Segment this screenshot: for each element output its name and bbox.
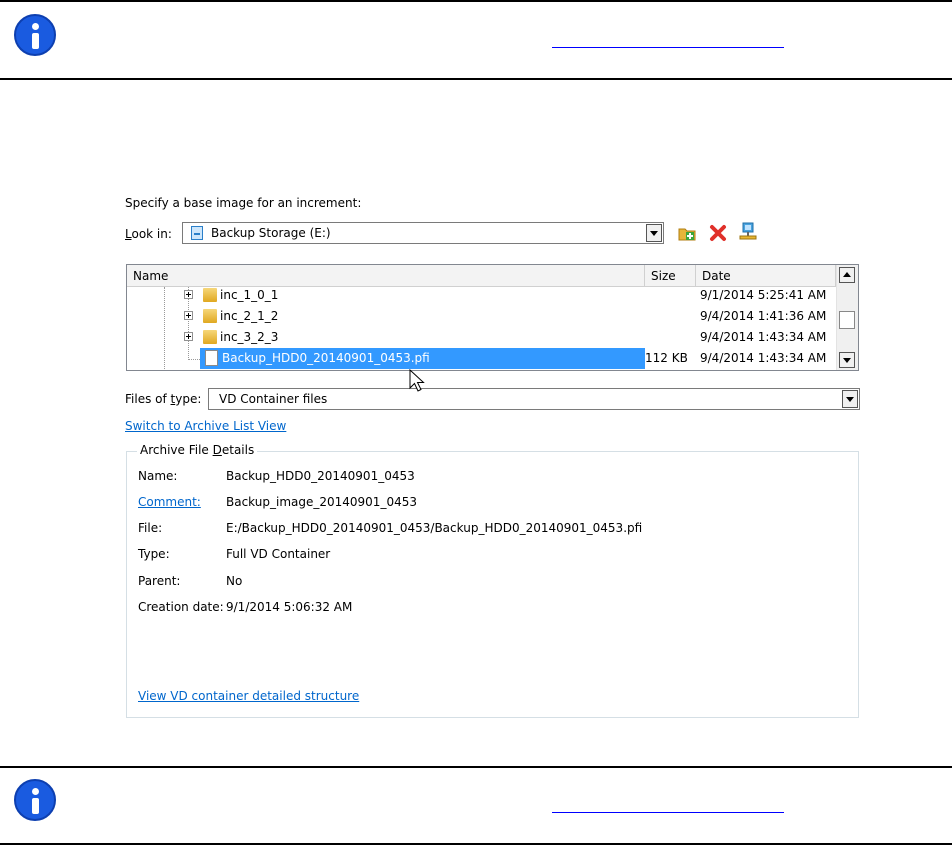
item-size: 112 KB <box>645 351 688 365</box>
info-link-underline[interactable] <box>552 812 784 813</box>
detail-value-name: Backup_HDD0_20140901_0453 <box>226 469 415 483</box>
detail-value-file: E:/Backup_HDD0_20140901_0453/Backup_HDD0… <box>226 521 643 535</box>
folder-icon <box>203 288 217 302</box>
list-item-selected[interactable]: Backup_HDD0_20140901_0453.pfi 112 KB 9/4… <box>127 348 835 369</box>
column-header-date[interactable]: Date <box>696 265 836 287</box>
expand-icon[interactable] <box>184 290 193 299</box>
list-item[interactable]: inc_2_1_2 9/4/2014 1:41:36 AM <box>127 306 835 327</box>
item-name: inc_3_2_3 <box>220 330 279 344</box>
item-date: 9/4/2014 1:43:34 AM <box>700 330 827 344</box>
chevron-down-icon[interactable] <box>646 224 662 242</box>
folder-icon <box>203 330 217 344</box>
vertical-scrollbar[interactable] <box>836 265 858 370</box>
look-in-value: Backup Storage (E:) <box>211 226 331 240</box>
drive-icon <box>191 226 203 240</box>
scroll-thumb[interactable] <box>839 311 855 329</box>
expand-icon[interactable] <box>184 332 193 341</box>
detail-key-type: Type: <box>138 547 170 561</box>
network-icon[interactable] <box>738 222 758 242</box>
detail-value-creation-date: 9/1/2014 5:06:32 AM <box>226 600 353 614</box>
detail-value-parent: No <box>226 574 243 588</box>
info-icon <box>14 779 56 821</box>
delete-icon[interactable] <box>708 223 728 243</box>
chevron-down-icon[interactable] <box>842 390 858 408</box>
mouse-cursor-icon <box>409 369 425 392</box>
files-of-type-combobox[interactable]: VD Container files <box>208 388 860 410</box>
top-rule-bottom <box>0 78 952 80</box>
look-in-label: Look in: <box>125 227 172 241</box>
new-folder-icon[interactable] <box>677 223 697 243</box>
detail-key-file: File: <box>138 521 163 535</box>
item-name: inc_1_0_1 <box>220 288 279 302</box>
info-icon <box>14 14 56 56</box>
info-link-underline[interactable] <box>552 47 784 48</box>
scroll-down-icon[interactable] <box>839 352 855 368</box>
detail-key-parent: Parent: <box>138 574 181 588</box>
column-header-name[interactable]: Name <box>127 265 645 287</box>
item-date: 9/4/2014 1:41:36 AM <box>700 309 827 323</box>
top-rule <box>0 0 952 2</box>
comment-link[interactable]: Comment: <box>138 495 201 509</box>
files-of-type-value: VD Container files <box>219 392 328 406</box>
archive-details-title: Archive File Details <box>137 443 258 457</box>
prompt-text: Specify a base image for an increment: <box>125 196 362 210</box>
bottom-rule <box>0 843 952 845</box>
view-structure-link[interactable]: View VD container detailed structure <box>138 689 359 703</box>
bottom-rule-top <box>0 766 952 768</box>
scroll-up-icon[interactable] <box>839 267 855 283</box>
detail-value-type: Full VD Container <box>226 547 331 561</box>
detail-value-comment: Backup_image_20140901_0453 <box>226 495 417 509</box>
folder-icon <box>203 309 217 323</box>
detail-key-name: Name: <box>138 469 178 483</box>
list-item[interactable]: inc_1_0_1 9/1/2014 5:25:41 AM <box>127 285 835 306</box>
files-of-type-label: Files of type: <box>125 392 202 406</box>
look-in-combobox[interactable]: Backup Storage (E:) <box>182 222 664 244</box>
expand-icon[interactable] <box>184 311 193 320</box>
item-date: 9/1/2014 5:25:41 AM <box>700 288 827 302</box>
file-list[interactable]: Name Size Date inc_1_0_1 9/1/2014 5:25:4… <box>126 264 859 371</box>
detail-key-creation-date: Creation date: <box>138 600 224 614</box>
item-date: 9/4/2014 1:43:34 AM <box>700 351 827 365</box>
item-name: Backup_HDD0_20140901_0453.pfi <box>222 351 430 365</box>
item-name: inc_2_1_2 <box>220 309 279 323</box>
column-header-size[interactable]: Size <box>645 265 696 287</box>
file-icon <box>205 350 218 366</box>
list-item[interactable]: inc_3_2_3 9/4/2014 1:43:34 AM <box>127 327 835 348</box>
switch-view-link[interactable]: Switch to Archive List View <box>125 419 286 433</box>
